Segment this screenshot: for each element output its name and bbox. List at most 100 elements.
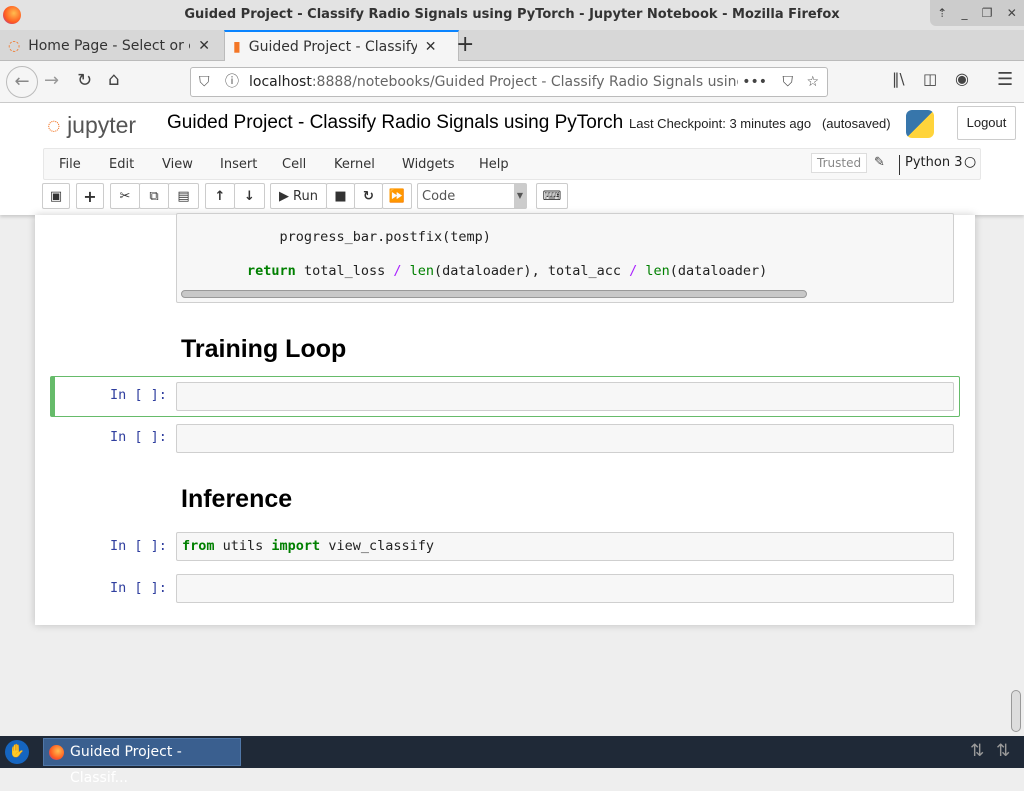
pocket-icon[interactable]: ⛉	[783, 68, 794, 96]
code-cell-input[interactable]	[176, 574, 954, 603]
bookmark-star-icon[interactable]: ☆	[806, 68, 819, 96]
url-host: localhost	[249, 74, 312, 90]
shield-icon: ⛉	[199, 74, 210, 90]
new-tab-button[interactable]: +	[456, 32, 474, 57]
python-logo-icon	[906, 110, 934, 138]
move-up-button[interactable]: ↑	[205, 183, 235, 209]
copy-button[interactable]: ⧉	[139, 183, 169, 209]
close-icon[interactable]: ✕	[1007, 6, 1017, 20]
insert-cell-button[interactable]: +	[76, 183, 104, 209]
code-cell-input[interactable]: from utils import view_classify	[176, 532, 954, 561]
library-icon[interactable]: ‖\	[892, 70, 905, 88]
code-cell-input[interactable]	[176, 424, 954, 453]
cell-prompt: In [ ]:	[110, 387, 167, 403]
jupyter-header: ◌ jupyter Guided Project - Classify Radi…	[0, 103, 1024, 215]
window-title: Guided Project - Classify Radio Signals …	[184, 7, 840, 22]
logout-button[interactable]: Logout	[957, 106, 1016, 140]
info-icon: ⓘ	[225, 74, 239, 90]
horizontal-scrollbar[interactable]	[181, 290, 807, 298]
tab-notebook[interactable]: ▮ Guided Project - Classify ✕	[224, 30, 459, 61]
network-icon[interactable]: ⇅	[970, 741, 984, 761]
chevron-down-icon: ▼	[514, 184, 526, 208]
kernel-name: Python 3	[899, 155, 962, 175]
restart-button[interactable]: ↻	[354, 183, 383, 209]
back-button[interactable]: ←	[6, 66, 38, 98]
start-menu-icon[interactable]: ✋	[5, 740, 29, 764]
cell-prompt: In [ ]:	[110, 429, 167, 445]
paste-button[interactable]: ▤	[168, 183, 199, 209]
arrow-up-icon: ↑	[214, 188, 226, 204]
run-button[interactable]: ▶ Run	[270, 183, 327, 209]
interrupt-button[interactable]: ■	[326, 183, 355, 209]
window-titlebar: Guided Project - Classify Radio Signals …	[0, 0, 1024, 30]
play-icon: ▶	[279, 188, 290, 204]
stop-icon: ■	[334, 188, 347, 204]
taskbar-window-button[interactable]: Guided Project - Classif...	[43, 738, 241, 786]
code-cell-input[interactable]	[176, 382, 954, 411]
menu-edit[interactable]: Edit	[109, 157, 134, 172]
jupyter-logo[interactable]: ◌ jupyter	[47, 112, 136, 139]
network-icon-2[interactable]: ⇅	[996, 741, 1010, 761]
scissors-icon: ✂	[119, 188, 131, 204]
command-palette-button[interactable]: ⌨	[536, 183, 568, 209]
menu-help[interactable]: Help	[479, 157, 509, 172]
maximize-icon[interactable]: ❐	[982, 6, 993, 20]
menu-widgets[interactable]: Widgets	[402, 157, 455, 172]
code-cell-input[interactable]: progress_bar.postfix(temp) return total_…	[176, 213, 954, 303]
move-down-button[interactable]: ↓	[234, 183, 265, 209]
restart-run-all-button[interactable]: ⏩	[382, 183, 412, 209]
paste-icon: ▤	[177, 188, 190, 204]
cell-prompt: In [ ]:	[110, 580, 167, 596]
cut-button[interactable]: ✂	[110, 183, 140, 209]
account-icon[interactable]: ◉	[955, 69, 969, 88]
close-tab-icon[interactable]: ✕	[425, 39, 437, 55]
taskbar: ✋ Guided Project - Classif... ⇅ ⇅	[0, 736, 1024, 786]
menu-file[interactable]: File	[59, 157, 81, 172]
sidebar-icon[interactable]: ◫	[923, 70, 937, 88]
keep-above-icon[interactable]: ⇡	[937, 6, 947, 20]
edit-pencil-icon[interactable]: ✎	[874, 155, 885, 170]
menu-insert[interactable]: Insert	[220, 157, 257, 172]
nav-bar: ← → ↻ ⌂ ⛉ ⓘ localhost:8888/notebooks/Gui…	[0, 61, 1024, 103]
firefox-icon	[49, 745, 64, 760]
forward-button[interactable]: →	[44, 70, 59, 91]
close-tab-icon[interactable]: ✕	[198, 38, 210, 54]
notebook-container: progress_bar.postfix(temp) return total_…	[35, 213, 975, 625]
url-path: :8888/notebooks/Guided Project - Classif…	[311, 74, 767, 90]
run-label: Run	[293, 188, 318, 204]
firefox-icon	[3, 6, 21, 24]
minimize-icon[interactable]: _	[961, 6, 967, 20]
notebook-tab-icon: ▮	[233, 38, 241, 55]
url-bar[interactable]: ⛉ ⓘ localhost:8888/notebooks/Guided Proj…	[190, 67, 828, 97]
plus-icon: +	[83, 186, 97, 206]
save-button[interactable]: ▣	[42, 183, 70, 209]
home-button[interactable]: ⌂	[108, 69, 119, 90]
tab-home[interactable]: ◌ Home Page - Select or cr ✕	[0, 30, 224, 61]
tab-label: Home Page - Select or cr	[28, 37, 191, 54]
trusted-badge[interactable]: Trusted	[811, 153, 868, 173]
fast-forward-icon: ⏩	[388, 188, 406, 204]
page-actions-icon[interactable]: •••	[738, 68, 767, 96]
cell-type-select[interactable]: Code ▼	[417, 183, 527, 209]
heading-training-loop: Training Loop	[181, 335, 347, 363]
jupyter-tab-icon: ◌	[8, 37, 21, 54]
heading-inference: Inference	[181, 485, 293, 513]
window-controls: ⇡ _ ❐ ✕	[930, 0, 1024, 26]
tab-label: Guided Project - Classify	[248, 38, 417, 55]
save-icon: ▣	[49, 188, 63, 204]
tab-bar: ◌ Home Page - Select or cr ✕ ▮ Guided Proje…	[0, 30, 1024, 61]
menu-kernel[interactable]: Kernel	[334, 157, 375, 172]
restart-icon: ↻	[363, 188, 374, 204]
vertical-scrollbar[interactable]	[1011, 690, 1021, 732]
keyboard-icon: ⌨	[542, 188, 562, 204]
notebook-title[interactable]: Guided Project - Classify Radio Signals …	[167, 112, 623, 134]
copy-icon: ⧉	[149, 188, 159, 204]
arrow-down-icon: ↓	[244, 188, 255, 204]
cell-type-value: Code	[422, 188, 456, 204]
menu-icon[interactable]: ☰	[997, 69, 1013, 90]
menu-cell[interactable]: Cell	[282, 157, 306, 172]
menu-view[interactable]: View	[162, 157, 193, 172]
taskbar-window-label: Guided Project - Classif...	[70, 744, 182, 786]
kernel-idle-icon: ○	[964, 154, 977, 170]
reload-button[interactable]: ↻	[77, 70, 92, 91]
